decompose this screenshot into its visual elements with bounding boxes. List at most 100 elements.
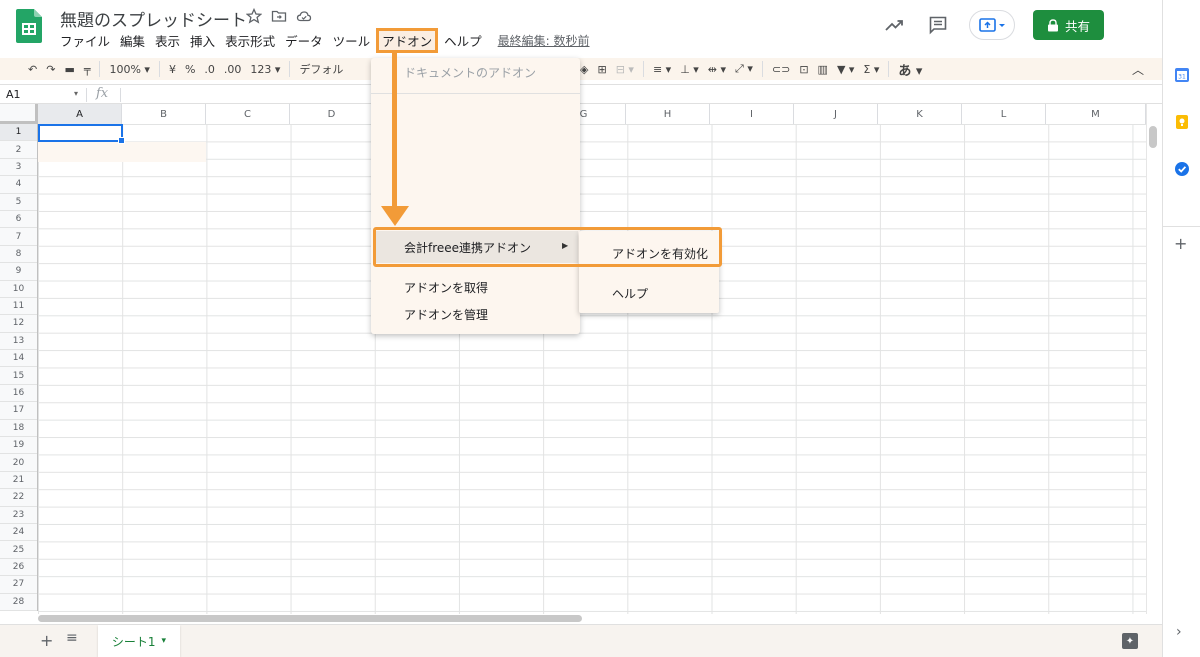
row-header[interactable]: 15 bbox=[0, 367, 37, 385]
row-header[interactable]: 25 bbox=[0, 541, 37, 559]
row-header[interactable]: 24 bbox=[0, 524, 37, 542]
menu-file[interactable]: ファイル bbox=[56, 30, 114, 51]
vertical-scroll-thumb[interactable] bbox=[1149, 126, 1157, 148]
comment-icon[interactable] bbox=[925, 12, 951, 38]
row-header[interactable]: 8 bbox=[0, 246, 37, 264]
column-header[interactable]: H bbox=[626, 104, 710, 124]
row-header[interactable]: 10 bbox=[0, 281, 37, 298]
paint-format-icon[interactable]: ╤ bbox=[84, 63, 91, 76]
add-sheet-icon[interactable]: + bbox=[40, 631, 53, 650]
tasks-icon[interactable] bbox=[1174, 161, 1190, 177]
chevron-down-icon[interactable]: ▾ bbox=[74, 89, 78, 98]
cell-area[interactable] bbox=[38, 124, 1146, 614]
print-icon[interactable]: ▬ bbox=[64, 63, 74, 76]
column-header[interactable]: J bbox=[794, 104, 878, 124]
star-icon[interactable] bbox=[246, 8, 262, 24]
name-box[interactable]: A1 bbox=[6, 88, 21, 101]
submenu-help-item[interactable]: ヘルプ bbox=[579, 280, 719, 306]
column-header[interactable]: K bbox=[878, 104, 962, 124]
chevron-right-icon[interactable]: › bbox=[1176, 624, 1182, 640]
get-addons-item[interactable]: アドオンを取得 bbox=[371, 273, 580, 301]
vertical-scrollbar[interactable] bbox=[1146, 104, 1160, 614]
row-header[interactable]: 13 bbox=[0, 333, 37, 351]
row-header[interactable]: 28 bbox=[0, 594, 37, 611]
redo-icon[interactable]: ↷ bbox=[46, 63, 55, 76]
row-header[interactable]: 23 bbox=[0, 507, 37, 524]
menu-help[interactable]: ヘルプ bbox=[440, 30, 486, 51]
decrease-decimal-button[interactable]: .0 bbox=[204, 63, 215, 76]
present-button[interactable] bbox=[968, 10, 1015, 40]
row-header[interactable]: 18 bbox=[0, 420, 37, 438]
menu-format[interactable]: 表示形式 bbox=[221, 30, 279, 51]
row-header[interactable]: 20 bbox=[0, 454, 37, 472]
sheet-tab[interactable]: シート1 ▾ bbox=[98, 625, 180, 657]
menu-tools[interactable]: ツール bbox=[329, 30, 375, 51]
cloud-icon[interactable] bbox=[296, 8, 312, 24]
row-header[interactable]: 6 bbox=[0, 211, 37, 229]
select-all-corner[interactable] bbox=[0, 104, 38, 124]
increase-decimal-button[interactable]: .00 bbox=[224, 63, 242, 76]
share-button[interactable]: 共有 bbox=[1032, 10, 1104, 40]
row-header[interactable]: 7 bbox=[0, 228, 37, 246]
zoom-select[interactable]: 100% ▾ bbox=[109, 63, 149, 76]
active-cell[interactable] bbox=[38, 124, 125, 144]
link-icon[interactable]: ⊂⊃ bbox=[772, 63, 790, 76]
filter-icon[interactable]: ▼ ▾ bbox=[837, 63, 854, 76]
column-header[interactable]: D bbox=[290, 104, 374, 124]
chevron-down-icon[interactable]: ▾ bbox=[162, 636, 167, 646]
menu-view[interactable]: 表示 bbox=[151, 30, 184, 51]
row-header[interactable]: 19 bbox=[0, 437, 37, 455]
insert-chart-icon[interactable]: ▥ bbox=[818, 63, 828, 76]
row-header[interactable]: 14 bbox=[0, 350, 37, 368]
move-folder-icon[interactable] bbox=[271, 8, 287, 24]
horizontal-align-icon[interactable]: ≡ ▾ bbox=[653, 63, 671, 76]
currency-button[interactable]: ¥ bbox=[169, 63, 176, 76]
menu-insert[interactable]: 挿入 bbox=[186, 30, 219, 51]
insert-comment-icon[interactable]: ⊡ bbox=[799, 63, 808, 76]
number-format-select[interactable]: 123 ▾ bbox=[250, 63, 280, 76]
row-header[interactable]: 26 bbox=[0, 559, 37, 577]
menu-edit[interactable]: 編集 bbox=[116, 30, 149, 51]
row-header[interactable]: 22 bbox=[0, 489, 37, 507]
undo-icon[interactable]: ↶ bbox=[28, 63, 37, 76]
input-tools-button[interactable]: あ ▾ bbox=[898, 60, 922, 79]
sheets-logo-icon[interactable] bbox=[16, 9, 42, 43]
text-wrap-icon[interactable]: ⇹ ▾ bbox=[708, 63, 726, 76]
calendar-icon[interactable]: 31 bbox=[1174, 67, 1190, 83]
font-select[interactable]: デフォル bbox=[299, 61, 343, 77]
fill-color-icon[interactable]: ◈ bbox=[580, 63, 588, 76]
row-header[interactable]: 12 bbox=[0, 315, 37, 333]
row-header[interactable]: 3 bbox=[0, 159, 37, 177]
row-header[interactable]: 9 bbox=[0, 263, 37, 281]
text-rotate-icon[interactable]: ⤢ ▾ bbox=[735, 62, 753, 76]
borders-icon[interactable]: ⊞ bbox=[597, 63, 606, 76]
row-header[interactable]: 21 bbox=[0, 472, 37, 490]
row-header[interactable]: 27 bbox=[0, 576, 37, 594]
row-header[interactable]: 1 bbox=[0, 124, 37, 142]
column-header[interactable]: B bbox=[122, 104, 206, 124]
row-header[interactable]: 16 bbox=[0, 385, 37, 403]
column-header[interactable]: C bbox=[206, 104, 290, 124]
column-header[interactable]: M bbox=[1046, 104, 1146, 124]
plus-icon[interactable]: + bbox=[1174, 234, 1187, 253]
row-header[interactable]: 11 bbox=[0, 298, 37, 316]
merge-cells-icon[interactable]: ⊟ ▾ bbox=[616, 63, 634, 76]
trend-icon[interactable] bbox=[881, 12, 907, 38]
manage-addons-item[interactable]: アドオンを管理 bbox=[371, 300, 580, 328]
menu-data[interactable]: データ bbox=[281, 30, 327, 51]
row-header[interactable]: 5 bbox=[0, 194, 37, 211]
functions-icon[interactable]: Σ ▾ bbox=[863, 63, 879, 76]
menu-addons[interactable]: アドオン bbox=[376, 27, 439, 53]
horizontal-scrollbar[interactable] bbox=[38, 614, 1146, 624]
all-sheets-icon[interactable]: ≡ bbox=[66, 630, 78, 646]
row-header[interactable]: 4 bbox=[0, 176, 37, 194]
collapse-toolbar-icon[interactable]: ︿ bbox=[1132, 61, 1144, 78]
explore-icon[interactable]: ✦ bbox=[1122, 633, 1138, 649]
percent-button[interactable]: % bbox=[185, 63, 195, 76]
document-title[interactable]: 無題のスプレッドシート bbox=[60, 6, 247, 31]
column-header[interactable]: I bbox=[710, 104, 794, 124]
horizontal-scroll-thumb[interactable] bbox=[38, 615, 582, 622]
row-header[interactable]: 2 bbox=[0, 141, 37, 159]
row-header[interactable]: 17 bbox=[0, 402, 37, 420]
column-header[interactable]: A bbox=[38, 104, 122, 124]
